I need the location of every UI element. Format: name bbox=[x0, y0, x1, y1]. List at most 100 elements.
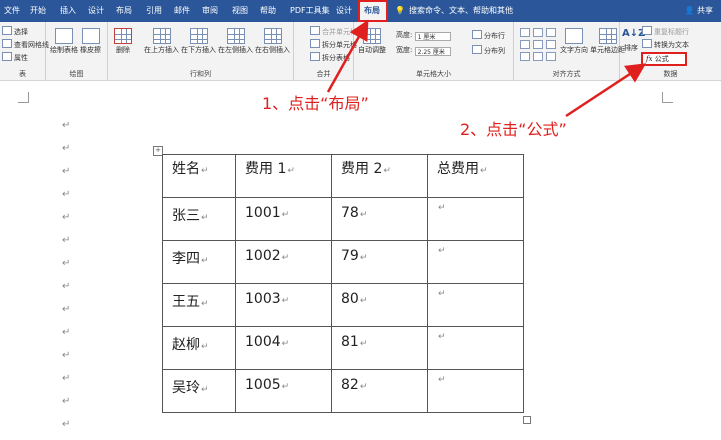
table-cell[interactable]: ↵ bbox=[427, 283, 524, 327]
paragraph-mark: ↵ bbox=[62, 189, 71, 200]
insert-above-icon bbox=[152, 28, 171, 44]
ribbon-body: 选择 查看网格线 属性 表 绘制表格 橡皮擦 绘图 删除 在上方插入 在下方插入… bbox=[0, 22, 721, 81]
properties-button[interactable]: 属性 bbox=[2, 52, 28, 63]
page-margin-mark-left bbox=[18, 92, 29, 103]
align-bottom-left-button[interactable] bbox=[520, 52, 530, 61]
column-width-input[interactable]: 2.25 厘米 bbox=[414, 47, 451, 56]
table-cell[interactable]: 80↵ bbox=[331, 283, 428, 327]
table-header-cell[interactable]: 总费用↵ bbox=[427, 154, 524, 198]
insert-right-icon bbox=[263, 28, 282, 44]
table-cell[interactable]: ↵ bbox=[427, 240, 524, 284]
sort-button[interactable]: A↓Z 排序 bbox=[622, 26, 646, 53]
tab-pdf-tools[interactable]: PDF工具集 bbox=[286, 0, 334, 22]
table-header-cell[interactable]: 姓名↵ bbox=[162, 154, 236, 198]
distribute-rows-button[interactable]: 分布行 bbox=[472, 30, 505, 41]
row-height-field: 高度: 1 厘米 bbox=[396, 30, 451, 41]
insert-right-button[interactable]: 在右侧插入 bbox=[255, 28, 290, 55]
table-cell[interactable]: 81↵ bbox=[331, 326, 428, 370]
group-label-rows-columns: 行和列 bbox=[190, 70, 211, 78]
merge-cells-icon bbox=[310, 26, 320, 35]
align-middle-right-button[interactable] bbox=[546, 40, 556, 49]
align-top-center-button[interactable] bbox=[533, 28, 543, 37]
delete-table-icon bbox=[114, 28, 132, 44]
page-margin-mark-right bbox=[662, 92, 673, 103]
insert-left-button[interactable]: 在左侧插入 bbox=[218, 28, 253, 55]
group-data: A↓Z 排序 重复标题行 转换为文本 数据 bbox=[620, 22, 721, 80]
table-cell[interactable]: 1004↵ bbox=[235, 326, 332, 370]
table-cell[interactable]: 吴玲↵ bbox=[162, 369, 236, 413]
split-cells-button[interactable]: 拆分单元格 bbox=[310, 39, 357, 50]
paragraph-mark: ↵ bbox=[62, 373, 71, 384]
align-bottom-center-button[interactable] bbox=[533, 52, 543, 61]
view-gridlines-button[interactable]: 查看网格线 bbox=[2, 39, 49, 50]
merge-cells-button[interactable]: 合并单元格 bbox=[310, 26, 357, 37]
table-cell[interactable]: 1003↵ bbox=[235, 283, 332, 327]
delete-button[interactable]: 删除 bbox=[114, 28, 132, 55]
distribute-columns-button[interactable]: 分布列 bbox=[472, 45, 505, 56]
insert-below-button[interactable]: 在下方插入 bbox=[181, 28, 216, 55]
tab-mailings[interactable]: 邮件 bbox=[170, 0, 194, 22]
table-cell[interactable]: 78↵ bbox=[331, 197, 428, 241]
table-header-cell[interactable]: 费用 2↵ bbox=[331, 154, 428, 198]
convert-to-text-button[interactable]: 转换为文本 bbox=[642, 39, 689, 50]
distribute-columns-icon bbox=[472, 45, 482, 54]
expense-table: 姓名↵ 费用 1↵ 费用 2↵ 总费用↵ 张三↵ 1001↵ 78↵ ↵ 李四↵… bbox=[162, 154, 524, 413]
paragraph-mark: ↵ bbox=[62, 143, 71, 154]
tab-references[interactable]: 引用 bbox=[142, 0, 166, 22]
table-cell[interactable]: 82↵ bbox=[331, 369, 428, 413]
insert-above-button[interactable]: 在上方插入 bbox=[144, 28, 179, 55]
row-height-input[interactable]: 1 厘米 bbox=[414, 32, 451, 41]
table-cell[interactable]: ↵ bbox=[427, 197, 524, 241]
pencil-icon bbox=[55, 28, 73, 44]
align-top-right-button[interactable] bbox=[546, 28, 556, 37]
table-row: 李四↵ 1002↵ 79↵ ↵ bbox=[162, 240, 524, 284]
table-cell[interactable]: 79↵ bbox=[331, 240, 428, 284]
table-resize-handle[interactable] bbox=[523, 416, 531, 424]
paragraph-mark: ↵ bbox=[62, 212, 71, 223]
text-direction-button[interactable]: 文字方向 bbox=[560, 28, 588, 55]
align-middle-center-button[interactable] bbox=[533, 40, 543, 49]
table-cell[interactable]: ↵ bbox=[427, 369, 524, 413]
tab-insert[interactable]: 插入 bbox=[56, 0, 80, 22]
tell-me-search[interactable]: 💡 搜索命令、文本、帮助和其他 bbox=[395, 0, 513, 22]
tab-table-design[interactable]: 设计 bbox=[332, 0, 356, 22]
paragraph-mark: ↵ bbox=[62, 166, 71, 177]
table-cell[interactable]: 1005↵ bbox=[235, 369, 332, 413]
formula-button[interactable]: fx 公式 bbox=[641, 52, 687, 66]
split-table-button[interactable]: 拆分表格 bbox=[310, 52, 350, 63]
tab-design[interactable]: 设计 bbox=[84, 0, 108, 22]
tab-table-layout[interactable]: 布局 bbox=[358, 0, 388, 22]
align-top-left-button[interactable] bbox=[520, 28, 530, 37]
sort-az-icon: A↓Z bbox=[622, 28, 646, 39]
align-bottom-right-button[interactable] bbox=[546, 52, 556, 61]
tab-view[interactable]: 视图 bbox=[228, 0, 252, 22]
table-row: 赵柳↵ 1004↵ 81↵ ↵ bbox=[162, 326, 524, 370]
group-label-data: 数据 bbox=[663, 70, 678, 78]
insert-left-icon bbox=[226, 28, 245, 44]
draw-table-button[interactable]: 绘制表格 bbox=[50, 28, 78, 55]
tab-home[interactable]: 开始 bbox=[26, 0, 50, 22]
share-button[interactable]: 👤 共享 bbox=[684, 0, 713, 22]
autofit-button[interactable]: 自动调整 bbox=[358, 28, 386, 55]
tab-file[interactable]: 文件 bbox=[0, 0, 24, 22]
table-row: 张三↵ 1001↵ 78↵ ↵ bbox=[162, 197, 524, 241]
split-cells-icon bbox=[310, 39, 320, 48]
table-cell[interactable]: 1002↵ bbox=[235, 240, 332, 284]
select-button[interactable]: 选择 bbox=[2, 26, 28, 37]
repeat-header-rows-button[interactable]: 重复标题行 bbox=[642, 26, 689, 37]
table-cell[interactable]: 王五↵ bbox=[162, 283, 236, 327]
eraser-button[interactable]: 橡皮擦 bbox=[80, 28, 101, 55]
group-alignment: 文字方向 单元格边距 对齐方式 bbox=[514, 22, 625, 80]
align-middle-left-button[interactable] bbox=[520, 40, 530, 49]
tab-layout[interactable]: 布局 bbox=[112, 0, 136, 22]
table-cell[interactable]: 李四↵ bbox=[162, 240, 236, 284]
table-cell[interactable]: ↵ bbox=[427, 326, 524, 370]
table-header-cell[interactable]: 费用 1↵ bbox=[235, 154, 332, 198]
tab-review[interactable]: 审阅 bbox=[198, 0, 222, 22]
table-cell[interactable]: 1001↵ bbox=[235, 197, 332, 241]
table-cell[interactable]: 张三↵ bbox=[162, 197, 236, 241]
table-header-row: 姓名↵ 费用 1↵ 费用 2↵ 总费用↵ bbox=[162, 154, 524, 198]
properties-icon bbox=[2, 52, 12, 61]
tab-help[interactable]: 帮助 bbox=[256, 0, 280, 22]
table-cell[interactable]: 赵柳↵ bbox=[162, 326, 236, 370]
